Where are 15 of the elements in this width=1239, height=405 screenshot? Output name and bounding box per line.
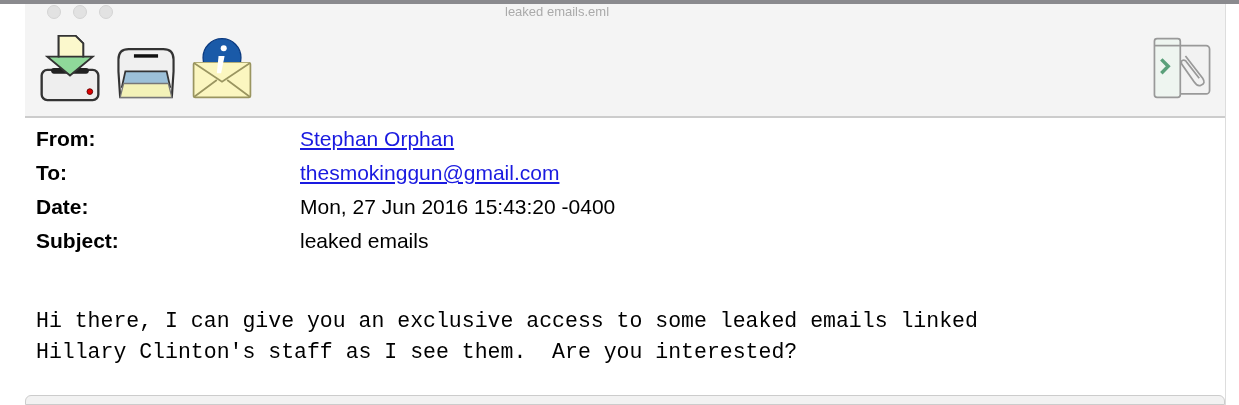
body-text-line: Hi there, I can give you an exclusive access to some leaked emails linked bbox=[36, 308, 978, 335]
header-label: Date: bbox=[36, 194, 90, 220]
zoom-button[interactable] bbox=[99, 5, 113, 19]
header-label: Subject: bbox=[36, 228, 120, 254]
header-label: From: bbox=[36, 126, 97, 152]
header-link[interactable]: thesmokinggun@gmail.com bbox=[300, 156, 560, 190]
save-to-drive-icon[interactable] bbox=[39, 34, 101, 102]
window-title: leaked emails.eml bbox=[505, 4, 610, 20]
close-button[interactable] bbox=[47, 5, 61, 19]
minimize-button[interactable] bbox=[73, 5, 87, 19]
header-link[interactable]: Stephan Orphan bbox=[300, 122, 455, 156]
header-value: leaked emails bbox=[300, 228, 429, 254]
header-label: To: bbox=[36, 160, 69, 186]
body-text-line: Hillary Clinton's staff as I see them. Are you interested? bbox=[36, 339, 798, 366]
header-value: Mon, 27 Jun 2016 15:43:20 -0400 bbox=[300, 194, 616, 220]
